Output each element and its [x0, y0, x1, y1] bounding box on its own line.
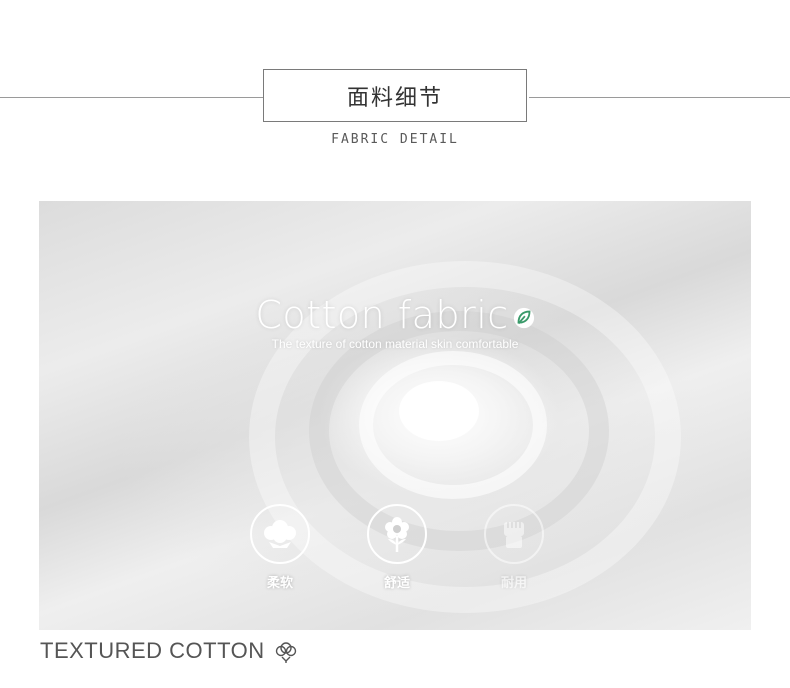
- flower-icon: [385, 517, 409, 552]
- feature-label: 柔软: [266, 576, 293, 591]
- feature-label: 耐用: [500, 576, 527, 591]
- feature-icon-circle: [367, 504, 427, 564]
- feature-list: 柔软 舒适 耐用: [247, 504, 547, 594]
- feature-icon-circle: [250, 504, 310, 564]
- fabric-photo: Cotton fabric The texture of cotton mate…: [39, 201, 751, 630]
- fist-icon: [504, 522, 524, 548]
- cotton-boll-icon: [264, 520, 296, 548]
- feature-soft: 柔软: [247, 504, 313, 594]
- headline: Cotton fabric: [39, 293, 751, 337]
- headline-text: Cotton fabric: [255, 293, 509, 337]
- footer-label: TEXTURED COTTON: [40, 638, 299, 664]
- section-subtitle: FABRIC DETAIL: [331, 132, 459, 147]
- section-title: 面料细节: [346, 85, 443, 111]
- cotton-flower-icon: [275, 642, 296, 663]
- feature-durable: 耐用: [481, 504, 547, 594]
- leaf-icon: [513, 307, 534, 329]
- feature-icon-circle: [484, 504, 544, 564]
- feature-label: 舒适: [383, 576, 410, 591]
- section-title-box: 面料细节: [263, 69, 527, 122]
- divider-left: [0, 97, 263, 98]
- tagline: The texture of cotton material skin comf…: [271, 337, 519, 351]
- feature-comfort: 舒适: [364, 504, 430, 594]
- footer-text: TEXTURED COTTON: [40, 638, 265, 663]
- fabric-fold-center: [399, 381, 479, 441]
- divider-right: [529, 97, 790, 98]
